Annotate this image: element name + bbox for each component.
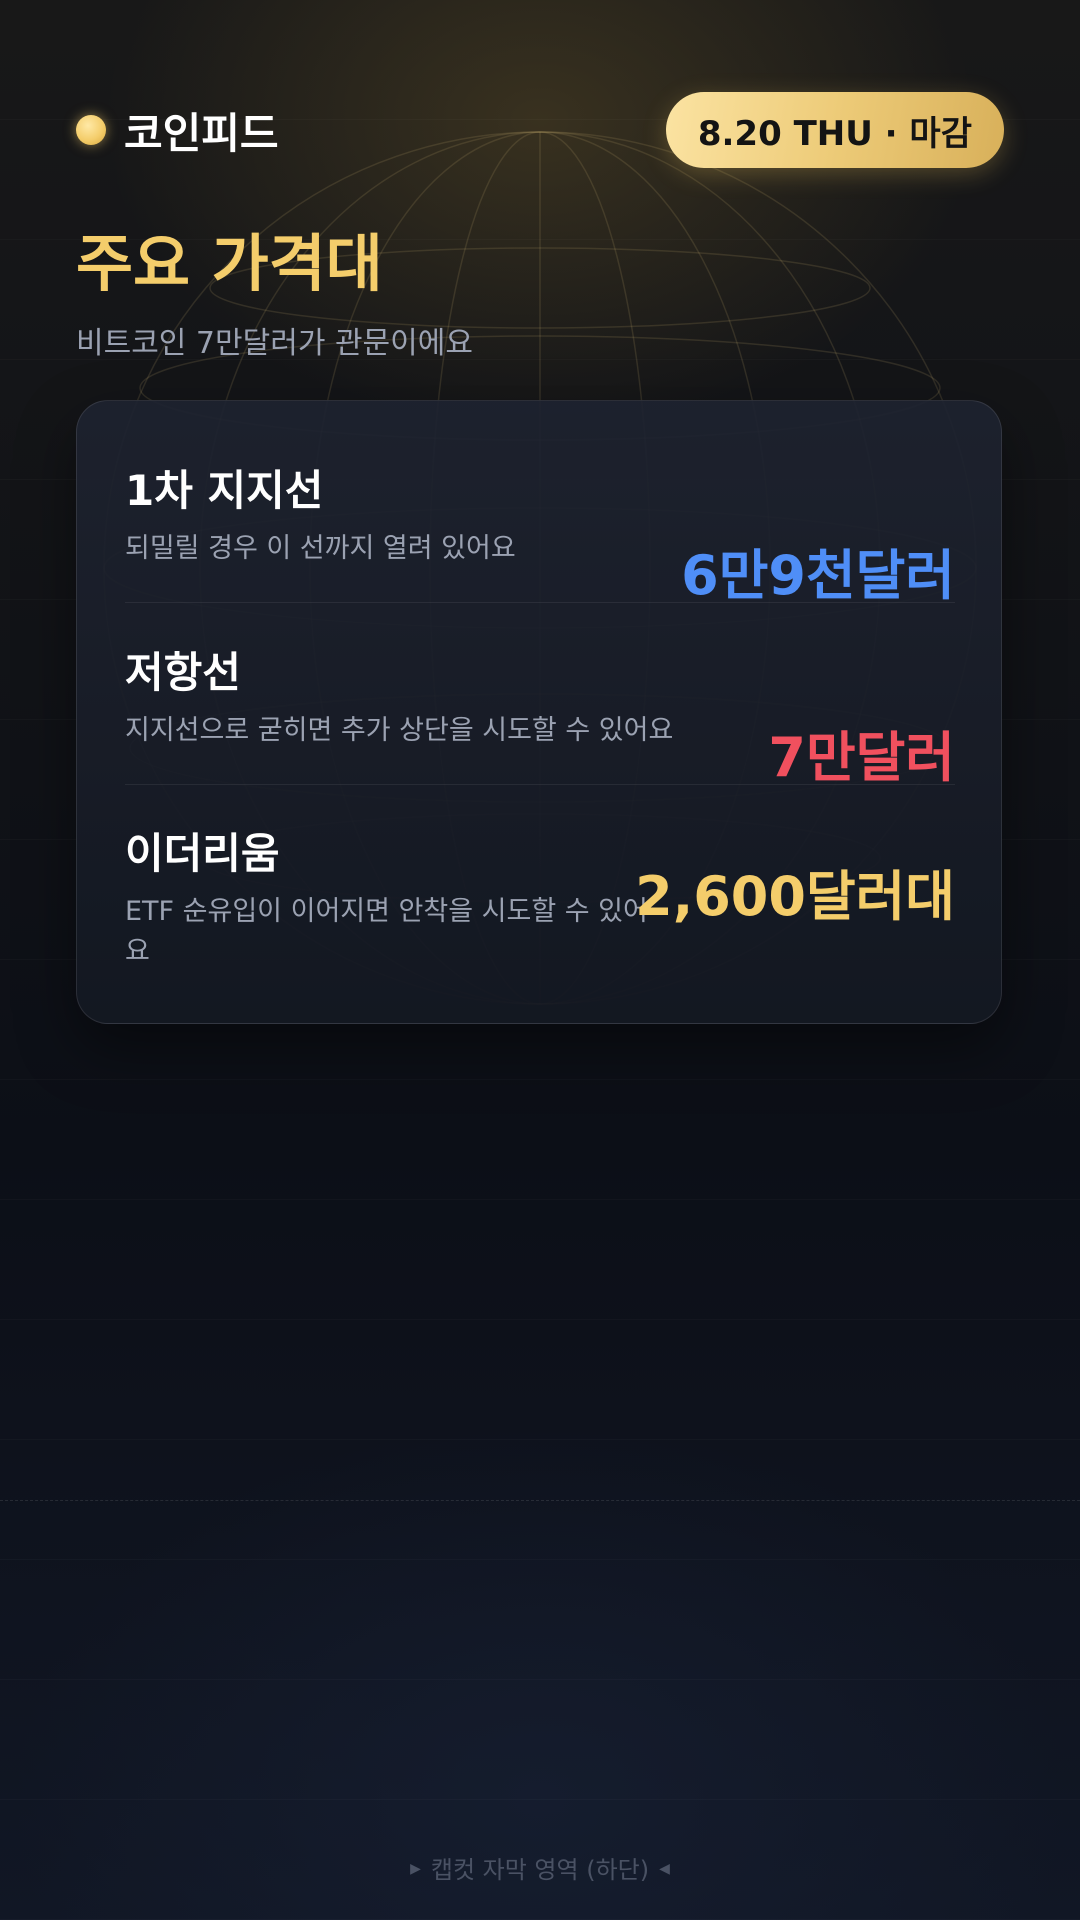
page-title: 주요 가격대 — [76, 227, 383, 300]
price-level-row-support: 1차 지지선 되밀릴 경우 이 선까지 열려 있어요 6만9천달러 — [125, 463, 955, 607]
caption-area-label: ▶ 캡컷 자막 영역 (하단) ◀ — [0, 1850, 1080, 1891]
triangle-right-icon: ▶ — [410, 1861, 421, 1877]
price-level-value: 6만9천달러 — [681, 544, 955, 607]
row-divider — [125, 784, 955, 785]
price-level-description: 지지선으로 굳히면 추가 상단을 시도할 수 있어요 — [125, 715, 674, 746]
price-level-label: 이더리움 — [125, 829, 280, 878]
price-level-row-ethereum: 이더리움 ETF 순유입이 이어지면 안착을 시도할 수 있어요 2,600달러… — [125, 826, 955, 986]
brand-dot-icon — [76, 115, 106, 145]
row-divider — [125, 602, 955, 603]
caption-area-divider — [0, 1500, 1080, 1501]
price-level-label: 저항선 — [125, 648, 241, 697]
price-level-row-resistance: 저항선 지지선으로 굳히면 추가 상단을 시도할 수 있어요 7만달러 — [125, 645, 955, 789]
date-badge: 8.20 THU · 마감 — [665, 92, 1004, 168]
price-level-value: 2,600달러대 — [635, 865, 955, 928]
price-levels-card: 1차 지지선 되밀릴 경우 이 선까지 열려 있어요 6만9천달러 저항선 지지… — [76, 400, 1002, 1024]
price-level-label: 1차 지지선 — [125, 466, 324, 515]
caption-text: 캡컷 자막 영역 (하단) — [430, 1856, 650, 1884]
triangle-left-icon: ◀ — [659, 1861, 670, 1877]
price-level-value: 7만달러 — [768, 726, 955, 789]
page-subtitle: 비트코인 7만달러가 관문이에요 — [76, 326, 473, 361]
price-level-description: 되밀릴 경우 이 선까지 열려 있어요 — [125, 533, 516, 564]
price-level-description: ETF 순유입이 이어지면 안착을 시도할 수 있어요 — [125, 896, 648, 967]
brand: 코인피드 — [76, 92, 279, 168]
brand-name: 코인피드 — [124, 108, 279, 158]
header: 코인피드 8.20 THU · 마감 — [76, 92, 1004, 168]
